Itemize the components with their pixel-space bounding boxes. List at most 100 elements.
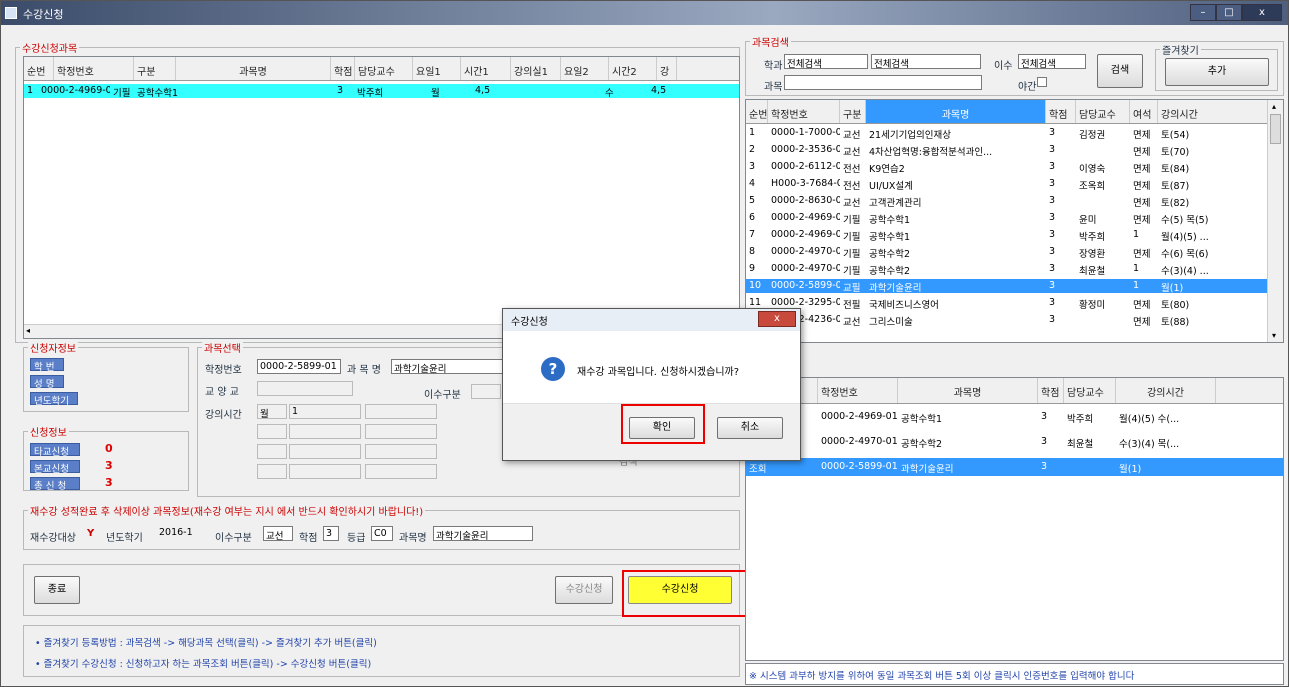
close-button[interactable]: x: [1242, 4, 1282, 21]
night-checkbox[interactable]: [1037, 77, 1047, 87]
retake-type-label: 이수구분: [215, 533, 252, 544]
table-row[interactable]: 7 0000-2-4969-01기필 공학수학1 3 박주희 1 월(4)(5) ...: [746, 228, 1283, 242]
col-header[interactable]: 학정번호: [818, 378, 898, 403]
cell: 1: [27, 85, 34, 96]
col-header[interactable]: 학정번호: [768, 100, 840, 123]
table-row[interactable]: 5 0000-2-8630-01교선 고객관계관리 3 면제 토(82): [746, 194, 1283, 208]
col-header[interactable]: 요일1: [413, 57, 461, 80]
table-row[interactable]: 0000-2-4969-01 공학수학1 3 박주희 월(4)(5) 수(...: [746, 408, 1283, 426]
add-favorite-button[interactable]: 추가: [1165, 58, 1269, 86]
cell: 0000-2-4970-02: [771, 246, 840, 257]
col-header[interactable]: 학점: [1046, 100, 1076, 123]
cell: 윤미: [1079, 215, 1097, 225]
major-select[interactable]: 전체검색: [1018, 54, 1086, 69]
cell: 0000-2-8630-01: [771, 195, 840, 206]
professor-field: [257, 381, 353, 396]
dialog-title: 수강신청: [511, 317, 548, 328]
cell: 0000-1-7000-01: [771, 127, 840, 138]
search-results-grid[interactable]: 순번 학정번호 구분 과목명 학점 담당교수 여석 강의시간 1 0000-1-7…: [745, 99, 1284, 343]
table-row[interactable]: 1 0000-2-4969-01 기필 공학수학1 3 박주희 월 4,5 수 …: [24, 84, 739, 98]
dialog-close-button[interactable]: x: [758, 311, 796, 327]
course-code-field[interactable]: 0000-2-5899-01: [257, 359, 341, 374]
table-row[interactable]: 1 0000-1-7000-01교선 21세기기업의인재상 3 김정권 면제 토(54): [746, 126, 1283, 140]
col-header[interactable]: 강의시간: [1158, 100, 1268, 123]
scroll-thumb[interactable]: [1270, 114, 1281, 144]
cell: 0000-2-4970-01: [821, 436, 898, 447]
cell: 과학기술윤리: [869, 283, 922, 293]
scroll-up-icon[interactable]: ▴: [1272, 102, 1276, 111]
col-header[interactable]: 순번: [746, 100, 768, 123]
confirm-cancel-button[interactable]: 취소: [717, 417, 783, 439]
table-row[interactable]: 10 0000-2-5899-01교필 과학기술윤리 3 1 월(1): [746, 279, 1283, 293]
col-header[interactable]: 강: [657, 57, 677, 80]
col-header[interactable]: 시간1: [461, 57, 511, 80]
col-header[interactable]: 담당교수: [355, 57, 413, 80]
cell: 1: [1133, 229, 1140, 240]
cell: [1076, 194, 1130, 208]
col-header[interactable]: 강의시간: [1116, 378, 1216, 403]
cell: 9: [749, 263, 756, 274]
col-header[interactable]: 과목명: [176, 57, 331, 80]
cell: 면제: [1133, 215, 1151, 225]
col-header[interactable]: 순번: [24, 57, 54, 80]
maximize-button[interactable]: □: [1216, 4, 1242, 21]
cell: 공학수학1: [869, 215, 911, 225]
col-header[interactable]: 강의실1: [511, 57, 561, 80]
subdept-select[interactable]: 전체검색: [871, 54, 981, 69]
favorites-grid[interactable]: 학정번호 과목명 학점 담당교수 강의시간 0000-2-4969-01 공학수학…: [745, 377, 1284, 661]
table-row[interactable]: 120000-2-4236-01교선그리스미술3면제토(88): [746, 313, 1283, 327]
col-header[interactable]: 학정번호: [54, 57, 134, 80]
retake-credit-value: 3: [323, 526, 339, 541]
app-icon: [5, 7, 17, 19]
col-header[interactable]: 학점: [331, 57, 355, 80]
dept-select[interactable]: 전체검색: [784, 54, 868, 69]
table-row[interactable]: 4 H000-3-7684-01전선 UI/UX설계 3 조옥희 면제 토(87): [746, 177, 1283, 191]
cell: 박주희: [1067, 414, 1094, 425]
col-header[interactable]: 과목명: [898, 378, 1038, 403]
table-row[interactable]: 3 0000-2-6112-01전선 K9연습2 3 이영숙 면제 토(84): [746, 160, 1283, 174]
table-row[interactable]: 6 0000-2-4969-02기필 공학수학1 3 윤미 면제 수(5) 목(5): [746, 211, 1283, 225]
scroll-left-icon[interactable]: ◂: [26, 326, 30, 335]
cell: 4차산업혁명:융합적분석과인...: [869, 147, 993, 157]
favorites-grid-header: 학정번호 과목명 학점 담당교수 강의시간: [746, 378, 1283, 404]
minimize-button[interactable]: –: [1190, 4, 1216, 21]
search-button[interactable]: 검색: [1097, 54, 1143, 88]
footer-note: ※ 시스템 과부하 방지를 위하여 동일 과목조회 버튼 5회 이상 클릭시 인…: [749, 671, 1135, 682]
table-row[interactable]: 110000-2-3295-01전필국제비즈니스영어3황정미면제토(80): [746, 296, 1283, 310]
cell: 면제: [1133, 164, 1151, 174]
completion-type-label: 이수구분: [424, 390, 461, 401]
vertical-scrollbar[interactable]: ▴ ▾: [1267, 100, 1283, 342]
col-header[interactable]: 학점: [1038, 378, 1064, 403]
table-row[interactable]: 조회 0000-2-5899-01 과학기술윤리 3 월(1): [746, 458, 1283, 476]
cell: 전선: [843, 181, 861, 191]
col-header[interactable]: 과목명: [866, 100, 1046, 123]
cell: 최윤철: [1079, 266, 1106, 276]
cell: 3: [1049, 127, 1056, 138]
time-slot3-field: [289, 444, 361, 459]
table-row[interactable]: 9 0000-2-4970-01기필 공학수학2 3 최윤철 1 수(3)(4) ...: [746, 262, 1283, 276]
table-row[interactable]: 8 0000-2-4970-02기필 공학수학2 3 장영환 면제 수(6) 목(6): [746, 245, 1283, 259]
exit-button[interactable]: 종료: [34, 576, 80, 604]
cell: [1076, 143, 1130, 157]
cell: [1076, 313, 1130, 327]
cell: 월(1): [1119, 464, 1142, 475]
col-header[interactable]: 담당교수: [1076, 100, 1130, 123]
col-header[interactable]: 구분: [840, 100, 866, 123]
apply-disabled-button[interactable]: 수강신청: [555, 576, 613, 604]
course-name-field[interactable]: 과학기술윤리: [391, 359, 511, 374]
scroll-down-icon[interactable]: ▾: [1272, 331, 1276, 340]
col-header[interactable]: 여석: [1130, 100, 1158, 123]
window-title: 수강신청: [23, 8, 64, 21]
col-header[interactable]: 담당교수: [1064, 378, 1116, 403]
applied-courses-grid[interactable]: 순번 학정번호 구분 과목명 학점 담당교수 요일1 시간1 강의실1 요일2 …: [23, 56, 740, 339]
col-header[interactable]: 구분: [134, 57, 176, 80]
cell: 토(54): [1161, 130, 1190, 140]
retake-term-value: 2016-1: [159, 527, 193, 538]
cell: 수(5) 목(5): [1161, 215, 1209, 225]
cell: 3: [749, 161, 756, 172]
table-row[interactable]: 2 0000-2-3536-01교선 4차산업혁명:융합적분석과인... 3 면제 토(7…: [746, 143, 1283, 157]
course-search-input[interactable]: [784, 75, 982, 90]
table-row[interactable]: 0000-2-4970-01 공학수학2 3 최윤철 수(3)(4) 목(...: [746, 433, 1283, 451]
col-header[interactable]: 요일2: [561, 57, 609, 80]
col-header[interactable]: 시간2: [609, 57, 657, 80]
